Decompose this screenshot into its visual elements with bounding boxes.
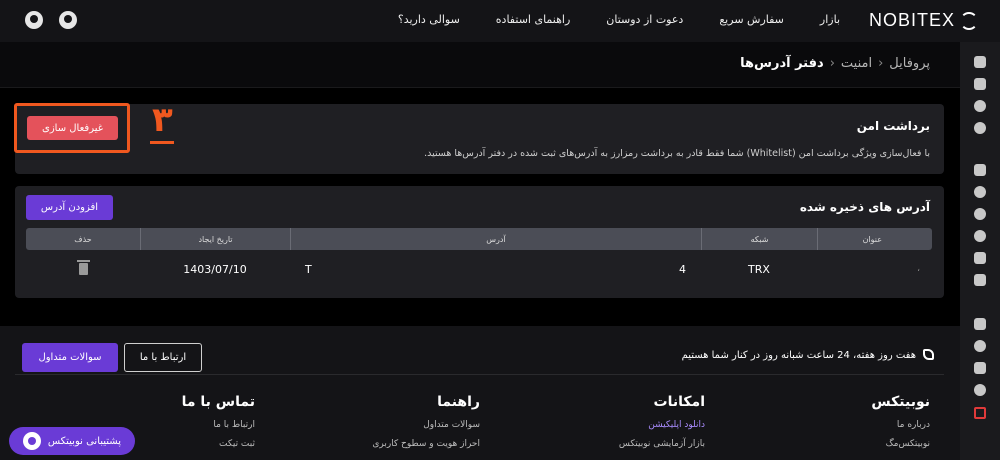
security-shield-icon[interactable] — [974, 340, 986, 352]
breadcrumb-separator: › — [878, 56, 884, 71]
footer-link[interactable]: احراز هویت و سطوح کاربری — [372, 439, 480, 449]
nav-invite-friends[interactable]: دعوت از دوستان — [606, 13, 683, 26]
add-address-button[interactable]: افزودن آدرس — [26, 195, 113, 220]
logo[interactable]: NOBITEX — [869, 10, 978, 31]
column-header-title: عنوان — [817, 228, 932, 250]
faq-button[interactable]: سوالات متداول — [22, 343, 118, 372]
column-header-address: آدرس — [290, 228, 701, 250]
nav-usage-guide[interactable]: راهنمای استفاده — [496, 13, 570, 26]
cell-delete — [26, 258, 140, 280]
crown-icon[interactable] — [974, 252, 986, 264]
footer-heading: امکانات — [653, 394, 705, 410]
cell-network: TRX — [748, 262, 770, 276]
nav-quick-order[interactable]: سفارش سریع — [719, 13, 784, 26]
wallet-icon[interactable] — [974, 78, 986, 90]
breadcrumb-bar: پروفایل › امنیت › دفتر آدرس‌ها — [0, 42, 960, 88]
footer-link[interactable]: ثبت تیکت — [182, 439, 255, 449]
breadcrumb-security[interactable]: امنیت — [841, 56, 872, 71]
withdraw-icon[interactable] — [974, 208, 986, 220]
users-icon[interactable] — [974, 384, 986, 396]
footer-link[interactable]: بازار آزمایشی نوبیتکس — [619, 439, 705, 449]
table-row: ، TRX 4 T 1403/07/10 — [26, 258, 932, 280]
history-icon[interactable] — [974, 122, 986, 134]
saved-addresses-title: آدرس های ذخیره شده — [799, 200, 930, 214]
logout-icon[interactable] — [974, 407, 986, 419]
footer-heading: راهنما — [437, 394, 480, 410]
column-header-date: تاریخ ایجاد — [140, 228, 290, 250]
top-bar: NOBITEX بازار سفارش سریع دعوت از دوستان … — [0, 0, 1000, 42]
saved-addresses-card: آدرس های ذخیره شده افزودن آدرس عنوان شبک… — [15, 186, 944, 298]
main-nav: بازار سفارش سریع دعوت از دوستان راهنمای … — [398, 13, 840, 26]
nav-market[interactable]: بازار — [820, 13, 840, 26]
headset-icon — [23, 432, 41, 450]
address-start: T — [305, 262, 312, 276]
address-end: 4 — [679, 262, 686, 276]
step-number: ۳ — [152, 100, 173, 140]
footer-link[interactable]: درباره ما — [871, 420, 930, 430]
trash-icon[interactable] — [76, 260, 90, 275]
notification-bell-icon[interactable] — [59, 11, 77, 29]
footer-heading: تماس با ما — [181, 394, 255, 410]
user-icon[interactable] — [25, 11, 43, 29]
cell-date: 1403/07/10 — [183, 262, 247, 276]
footer-column-features: امکانات دانلود اپلیکیشن بازار آزمایشی نو… — [619, 394, 705, 458]
footer-link[interactable]: ارتباط با ما — [182, 420, 255, 430]
referral-icon[interactable] — [974, 230, 986, 242]
step-underline — [150, 141, 174, 144]
footer-column-contact: تماس با ما ارتباط با ما ثبت تیکت — [182, 394, 255, 458]
secure-withdraw-description: با فعال‌سازی ویژگی برداشت امن (Whitelist… — [424, 148, 930, 159]
right-sidebar — [960, 42, 1000, 460]
footer: سوالات متداول ارتباط با ما هفت روز هفته،… — [0, 326, 960, 460]
column-header-delete: حذف — [74, 234, 92, 244]
dashboard-icon[interactable] — [974, 56, 986, 68]
page-title: دفتر آدرس‌ها — [740, 56, 824, 71]
report-icon[interactable] — [974, 164, 986, 176]
footer-link[interactable]: نوبیتکس‌مگ — [871, 439, 930, 449]
table-header: عنوان شبکه آدرس تاریخ ایجاد حذف — [26, 228, 932, 250]
breadcrumb-profile[interactable]: پروفایل — [889, 56, 930, 71]
support-hours-text: هفت روز هفته، 24 ساعت شبانه روز در کنار … — [681, 350, 916, 361]
cell-address: 4 T — [290, 258, 701, 280]
logo-mark-icon — [960, 11, 978, 30]
breadcrumb: پروفایل › امنیت › دفتر آدرس‌ها — [740, 56, 930, 71]
contact-us-button[interactable]: ارتباط با ما — [124, 343, 202, 372]
support-bar: سوالات متداول ارتباط با ما هفت روز هفته،… — [15, 340, 944, 375]
deactivate-button[interactable]: غیرفعال سازی — [27, 116, 118, 140]
nav-questions[interactable]: سوالی دارید؟ — [398, 13, 460, 26]
support-chat-button[interactable]: پشتیبانی نوبیتکس — [9, 427, 135, 455]
footer-heading: نوبیتکس — [871, 394, 930, 410]
phone-icon — [923, 349, 934, 360]
mail-icon[interactable] — [974, 362, 986, 374]
breadcrumb-separator: › — [829, 56, 835, 71]
column-header-network: شبکه — [701, 228, 817, 250]
cell-title: ، — [917, 264, 920, 274]
calendar-icon[interactable] — [974, 274, 986, 286]
footer-column-guide: راهنما سوالات متداول احراز هویت و سطوح ک… — [372, 394, 480, 458]
footer-column-nobitex: نوبیتکس درباره ما نوبیتکس‌مگ — [871, 394, 930, 458]
exchange-icon[interactable] — [974, 100, 986, 112]
deposit-icon[interactable] — [974, 186, 986, 198]
secure-withdraw-title: برداشت امن — [856, 119, 930, 133]
logo-text: NOBITEX — [868, 10, 955, 30]
profile-icon[interactable] — [974, 318, 986, 330]
footer-link[interactable]: سوالات متداول — [372, 420, 480, 430]
support-chat-label: پشتیبانی نوبیتکس — [47, 435, 121, 447]
footer-link[interactable]: دانلود اپلیکیشن — [619, 420, 705, 430]
